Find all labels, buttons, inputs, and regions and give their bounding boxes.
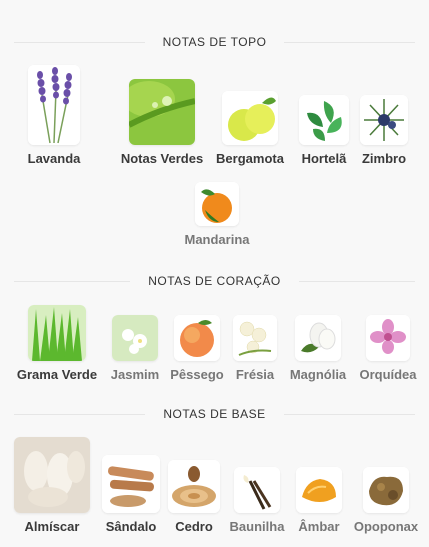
juniper-image bbox=[360, 95, 408, 145]
note-label: Grama Verde bbox=[16, 367, 98, 382]
note-label: Cedro bbox=[175, 519, 213, 534]
bergamot-image bbox=[222, 91, 278, 145]
peach-image bbox=[174, 315, 220, 361]
note-label: Bergamota bbox=[216, 151, 284, 166]
fragrance-notes-page: NOTAS DE TOPO Lavanda Notas Verdes Berga… bbox=[0, 0, 429, 547]
top-notes-title: NOTAS DE TOPO bbox=[158, 35, 271, 49]
sandalwood-image bbox=[102, 455, 160, 513]
orchid-image bbox=[366, 315, 410, 361]
note-mandarina[interactable]: Mandarina bbox=[179, 182, 255, 247]
note-magnolia[interactable]: Magnólia bbox=[285, 315, 351, 382]
amber-image bbox=[296, 467, 342, 513]
note-ambar[interactable]: Âmbar bbox=[293, 467, 345, 534]
note-sandalo[interactable]: Sândalo bbox=[100, 455, 162, 534]
note-label: Mandarina bbox=[184, 232, 250, 247]
heart-notes-title: NOTAS DE CORAÇÃO bbox=[144, 274, 285, 288]
note-label: Âmbar bbox=[298, 519, 340, 534]
note-pessego[interactable]: Pêssego bbox=[167, 315, 227, 382]
base-notes-title: NOTAS DE BASE bbox=[159, 407, 270, 421]
lavender-image bbox=[28, 65, 80, 145]
note-label: Opoponax bbox=[353, 519, 419, 534]
note-label: Frésia bbox=[235, 367, 275, 382]
divider bbox=[14, 41, 145, 43]
note-baunilha[interactable]: Baunilha bbox=[226, 467, 288, 534]
note-label: Sândalo bbox=[105, 519, 157, 534]
note-label: Pêssego bbox=[170, 367, 224, 382]
note-fresia[interactable]: Frésia bbox=[230, 315, 280, 382]
note-label: Lavanda bbox=[27, 151, 81, 166]
note-zimbro[interactable]: Zimbro bbox=[357, 95, 411, 166]
note-lavanda[interactable]: Lavanda bbox=[24, 65, 84, 166]
mandarin-image bbox=[195, 182, 239, 226]
divider bbox=[283, 413, 415, 415]
note-label: Hortelã bbox=[301, 151, 347, 166]
note-label: Orquídea bbox=[359, 367, 417, 382]
note-cedro[interactable]: Cedro bbox=[165, 460, 223, 534]
mint-image bbox=[299, 95, 349, 145]
note-jasmim[interactable]: Jasmim bbox=[107, 315, 163, 382]
divider bbox=[284, 41, 416, 43]
note-label: Zimbro bbox=[361, 151, 407, 166]
note-label: Notas Verdes bbox=[120, 151, 204, 166]
divider bbox=[14, 280, 131, 282]
freesia-image bbox=[233, 315, 277, 361]
divider bbox=[14, 413, 146, 415]
note-opoponax[interactable]: Opoponax bbox=[348, 467, 424, 534]
magnolia-image bbox=[295, 315, 341, 361]
cedar-image bbox=[168, 460, 220, 513]
top-notes-header: NOTAS DE TOPO bbox=[0, 32, 429, 52]
note-label: Baunilha bbox=[229, 519, 285, 534]
jasmine-image bbox=[112, 315, 158, 361]
note-grama-verde[interactable]: Grama Verde bbox=[14, 305, 100, 382]
heart-notes-header: NOTAS DE CORAÇÃO bbox=[0, 271, 429, 291]
note-hortela[interactable]: Hortelã bbox=[295, 95, 353, 166]
note-notas-verdes[interactable]: Notas Verdes bbox=[117, 79, 207, 166]
vanilla-image bbox=[234, 467, 280, 513]
note-bergamota[interactable]: Bergamota bbox=[215, 91, 285, 166]
grass-image bbox=[28, 305, 86, 361]
note-orquidea[interactable]: Orquídea bbox=[356, 315, 420, 382]
green-leaf-image bbox=[129, 79, 195, 145]
note-label: Jasmim bbox=[110, 367, 160, 382]
note-label: Almíscar bbox=[24, 519, 80, 534]
opoponax-image bbox=[363, 467, 409, 513]
musk-image bbox=[14, 437, 90, 513]
note-almiscar[interactable]: Almíscar bbox=[14, 437, 90, 534]
divider bbox=[298, 280, 415, 282]
note-label: Magnólia bbox=[289, 367, 347, 382]
base-notes-header: NOTAS DE BASE bbox=[0, 404, 429, 424]
